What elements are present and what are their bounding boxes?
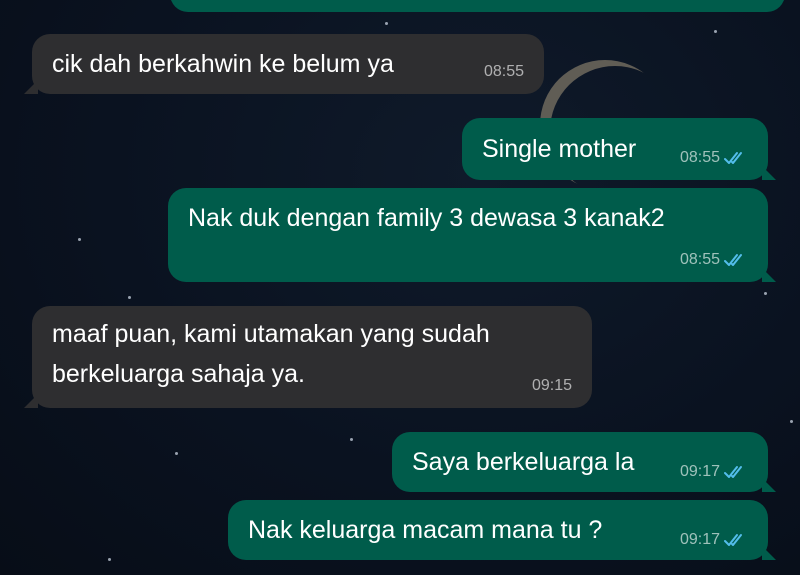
bubble-tail	[762, 478, 776, 492]
message-time: 08:55	[679, 251, 720, 268]
star	[108, 558, 111, 561]
bubble-tail	[24, 80, 38, 94]
star	[128, 296, 131, 299]
bubble-tail	[762, 268, 776, 282]
bubble-tail	[762, 546, 776, 560]
message-text: Nak keluarga macam mana tu ?	[248, 516, 603, 544]
message-meta: 09:17	[680, 462, 748, 482]
message-meta: 09:15	[532, 376, 572, 396]
message-text: Single mother	[482, 135, 637, 163]
previous-message-bubble[interactable]	[170, 0, 785, 12]
message-text: Nak duk dengan family 3 dewasa 3 kanak2	[188, 204, 665, 232]
message-meta: 08:55	[680, 148, 748, 168]
message-time: 09:17	[679, 463, 720, 480]
star	[350, 438, 353, 441]
read-double-check-icon	[724, 466, 742, 478]
message-text: Saya berkeluarga la	[412, 448, 635, 476]
message-meta: 08:55	[484, 62, 524, 82]
read-double-check-icon	[724, 254, 742, 266]
star	[714, 30, 717, 33]
star	[790, 420, 793, 423]
message-text: maaf puan, kami utamakan yang sudah berk…	[52, 320, 490, 388]
read-double-check-icon	[724, 534, 742, 546]
message-meta: 08:55	[680, 250, 748, 270]
message-time: 09:15	[531, 377, 572, 394]
message-meta: 09:17	[680, 530, 748, 550]
bubble-tail	[24, 394, 38, 408]
read-double-check-icon	[724, 152, 742, 164]
star	[175, 452, 178, 455]
message-time: 08:55	[679, 149, 720, 166]
message-text: cik dah berkahwin ke belum ya	[52, 50, 394, 78]
bubble-tail	[762, 166, 776, 180]
message-bubble-outgoing[interactable]: Single mother 08:55	[462, 118, 776, 180]
star	[78, 238, 81, 241]
message-time: 08:55	[483, 63, 524, 80]
message-time: 09:17	[679, 531, 720, 548]
message-bubble-outgoing[interactable]: Nak duk dengan family 3 dewasa 3 kanak2 …	[168, 188, 776, 282]
message-bubble-incoming[interactable]: cik dah berkahwin ke belum ya 08:55	[24, 34, 544, 94]
star	[764, 292, 767, 295]
message-bubble-outgoing[interactable]: Saya berkeluarga la 09:17	[392, 432, 776, 492]
message-bubble-outgoing[interactable]: Nak keluarga macam mana tu ? 09:17	[228, 500, 776, 560]
star	[385, 22, 388, 25]
message-bubble-incoming[interactable]: maaf puan, kami utamakan yang sudah berk…	[24, 306, 592, 408]
